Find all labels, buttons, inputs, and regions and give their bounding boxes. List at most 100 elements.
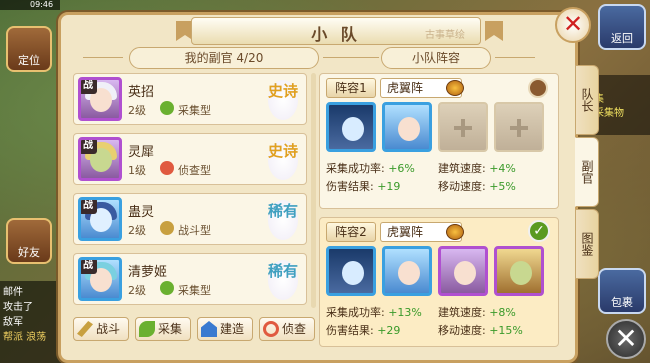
officer-level: 2级 (128, 224, 146, 237)
tab-officer[interactable]: 副官 (575, 137, 599, 207)
officer-card[interactable]: 战 灵犀 1级 侦查型 史诗 (73, 133, 307, 185)
stat-value: +5% (489, 180, 516, 193)
bag-button[interactable]: 包裹 (598, 268, 646, 314)
stat-build-speed: 建筑速度: +8% (438, 304, 516, 320)
filter-scout-button[interactable]: 侦查 (259, 317, 315, 341)
officer-level: 2级 (128, 284, 146, 297)
locate-label: 定位 (18, 54, 40, 67)
officer-card[interactable]: 战 清萝姬 2级 采集型 稀有 (73, 253, 307, 305)
status-time: 09:46 (30, 0, 54, 9)
stat-label: 采集成功率: (326, 162, 385, 175)
stat-value: +6% (388, 162, 415, 175)
filter-combat-button[interactable]: 战斗 (73, 317, 129, 341)
officer-level: 1级 (128, 164, 146, 177)
lineup-slot[interactable] (382, 102, 432, 152)
lineup-2-panel[interactable]: 阵容2 虎翼阵 ✓ 采集成功率: +13% 建筑速度: +8% 伤害结果: +2… (319, 217, 559, 347)
officer-portrait: 战 (78, 137, 122, 181)
officer-type: 采集型 (178, 104, 211, 117)
lineup-slot[interactable] (494, 246, 544, 296)
hud-close-button[interactable]: ✕ (606, 319, 646, 359)
tab-codex[interactable]: 图鉴 (575, 209, 599, 279)
stat-value: +13% (388, 306, 422, 319)
title-decoration: 古事草绘 (425, 30, 465, 41)
stat-value: +8% (489, 306, 516, 319)
squad-dialog: 小 队 古事草绘 ✕ 我的副官 4/20 战 英招 2级 采集型 史诗 战 灵犀 (58, 7, 599, 363)
filter-buttons: 战斗 采集 建造 侦查 (73, 317, 317, 343)
squad-lineup-header: 小队阵容 (381, 47, 491, 69)
close-button[interactable]: ✕ (555, 7, 591, 43)
officer-portrait: 战 (78, 77, 122, 121)
stat-damage: 伤害结果: +29 (326, 322, 400, 338)
battle-badge: 战 (81, 140, 97, 154)
rarity-badge: 稀有 (268, 200, 298, 240)
friends-label: 好友 (18, 246, 40, 259)
stat-label: 建筑速度: (438, 162, 486, 175)
filter-build-label: 建造 (220, 322, 245, 336)
rarity-badge: 史诗 (268, 140, 298, 180)
lineup-slot[interactable] (326, 102, 376, 152)
lineup-1-panel[interactable]: 阵容1 虎翼阵 采集成功率: +6% 建筑速度: +4% 伤害结果: +19 移… (319, 73, 559, 209)
stat-build-speed: 建筑速度: +4% (438, 160, 516, 176)
officer-list-scrollbar[interactable] (311, 73, 316, 308)
title-ribbon-right (485, 21, 503, 41)
stat-label: 伤害结果: (326, 324, 374, 337)
filter-gather-label: 采集 (158, 322, 183, 336)
stat-value: +29 (377, 324, 401, 337)
divider (83, 57, 123, 58)
filter-gather-button[interactable]: 采集 (135, 317, 191, 341)
lineup-tag: 阵容2 (326, 222, 376, 242)
locate-button[interactable]: 定位 (6, 26, 52, 72)
lineup-slot[interactable] (438, 246, 488, 296)
tab-captain[interactable]: 队长 (575, 65, 599, 135)
officer-type: 侦查型 (178, 164, 211, 177)
friends-button[interactable]: 好友 (6, 218, 52, 264)
sword-icon (77, 321, 93, 337)
battle-badge: 战 (81, 260, 97, 274)
rarity-badge: 稀有 (268, 260, 298, 300)
stat-damage: 伤害结果: +19 (326, 178, 400, 194)
stat-move-speed: 移动速度: +15% (438, 322, 523, 338)
combat-icon (160, 221, 174, 235)
checkmark-icon[interactable]: ✓ (528, 220, 550, 242)
stat-gather-rate: 采集成功率: +6% (326, 160, 415, 176)
empty-slot-plus-icon[interactable] (438, 102, 488, 152)
title-bar: 小 队 古事草绘 (191, 17, 481, 45)
empty-slot-plus-icon[interactable] (494, 102, 544, 152)
lineup-slot[interactable] (326, 246, 376, 296)
gather-icon (160, 281, 174, 295)
gather-icon (160, 101, 174, 115)
status-bar: 09:46 (0, 0, 60, 10)
close-icon: ✕ (562, 10, 584, 38)
officer-name: 清萝姬 (128, 265, 168, 280)
officer-card[interactable]: 战 英招 2级 采集型 史诗 (73, 73, 307, 125)
lineup-tag: 阵容1 (326, 78, 376, 98)
battle-badge: 战 (81, 80, 97, 94)
rarity-badge: 史诗 (268, 80, 298, 120)
stat-value: +4% (489, 162, 516, 175)
officer-level: 2级 (128, 104, 146, 117)
stat-gather-rate: 采集成功率: +13% (326, 304, 422, 320)
lineup-slot[interactable] (382, 246, 432, 296)
chat-line: 敌军 (3, 317, 23, 328)
chat-line: 帮派 浪荡 (3, 332, 47, 343)
officer-card[interactable]: 战 蛊灵 2级 战斗型 稀有 (73, 193, 307, 245)
lineup-select-radio[interactable] (528, 78, 548, 98)
stat-label: 移动速度: (438, 180, 486, 193)
battle-badge: 战 (81, 200, 97, 214)
stat-label: 移动速度: (438, 324, 486, 337)
bag-label: 包裹 (611, 296, 633, 309)
officer-list: 战 英招 2级 采集型 史诗 战 灵犀 1级 侦查型 史诗 战 蛊灵 2级 战斗… (73, 73, 307, 311)
chat-box[interactable]: 邮件 攻击了 敌军 帮派 浪荡 (0, 281, 62, 363)
stat-value: +15% (489, 324, 523, 337)
formation-emblem-icon (446, 224, 464, 240)
filter-scout-label: 侦查 (282, 322, 307, 336)
my-officers-header: 我的副官 4/20 (129, 47, 319, 69)
officer-type: 采集型 (178, 284, 211, 297)
officer-type: 战斗型 (178, 224, 211, 237)
filter-build-button[interactable]: 建造 (197, 317, 253, 341)
officer-portrait: 战 (78, 197, 122, 241)
divider (339, 57, 379, 58)
stat-value: +19 (377, 180, 401, 193)
return-button[interactable]: 返回 (598, 4, 646, 50)
formation-emblem-icon (446, 80, 464, 96)
